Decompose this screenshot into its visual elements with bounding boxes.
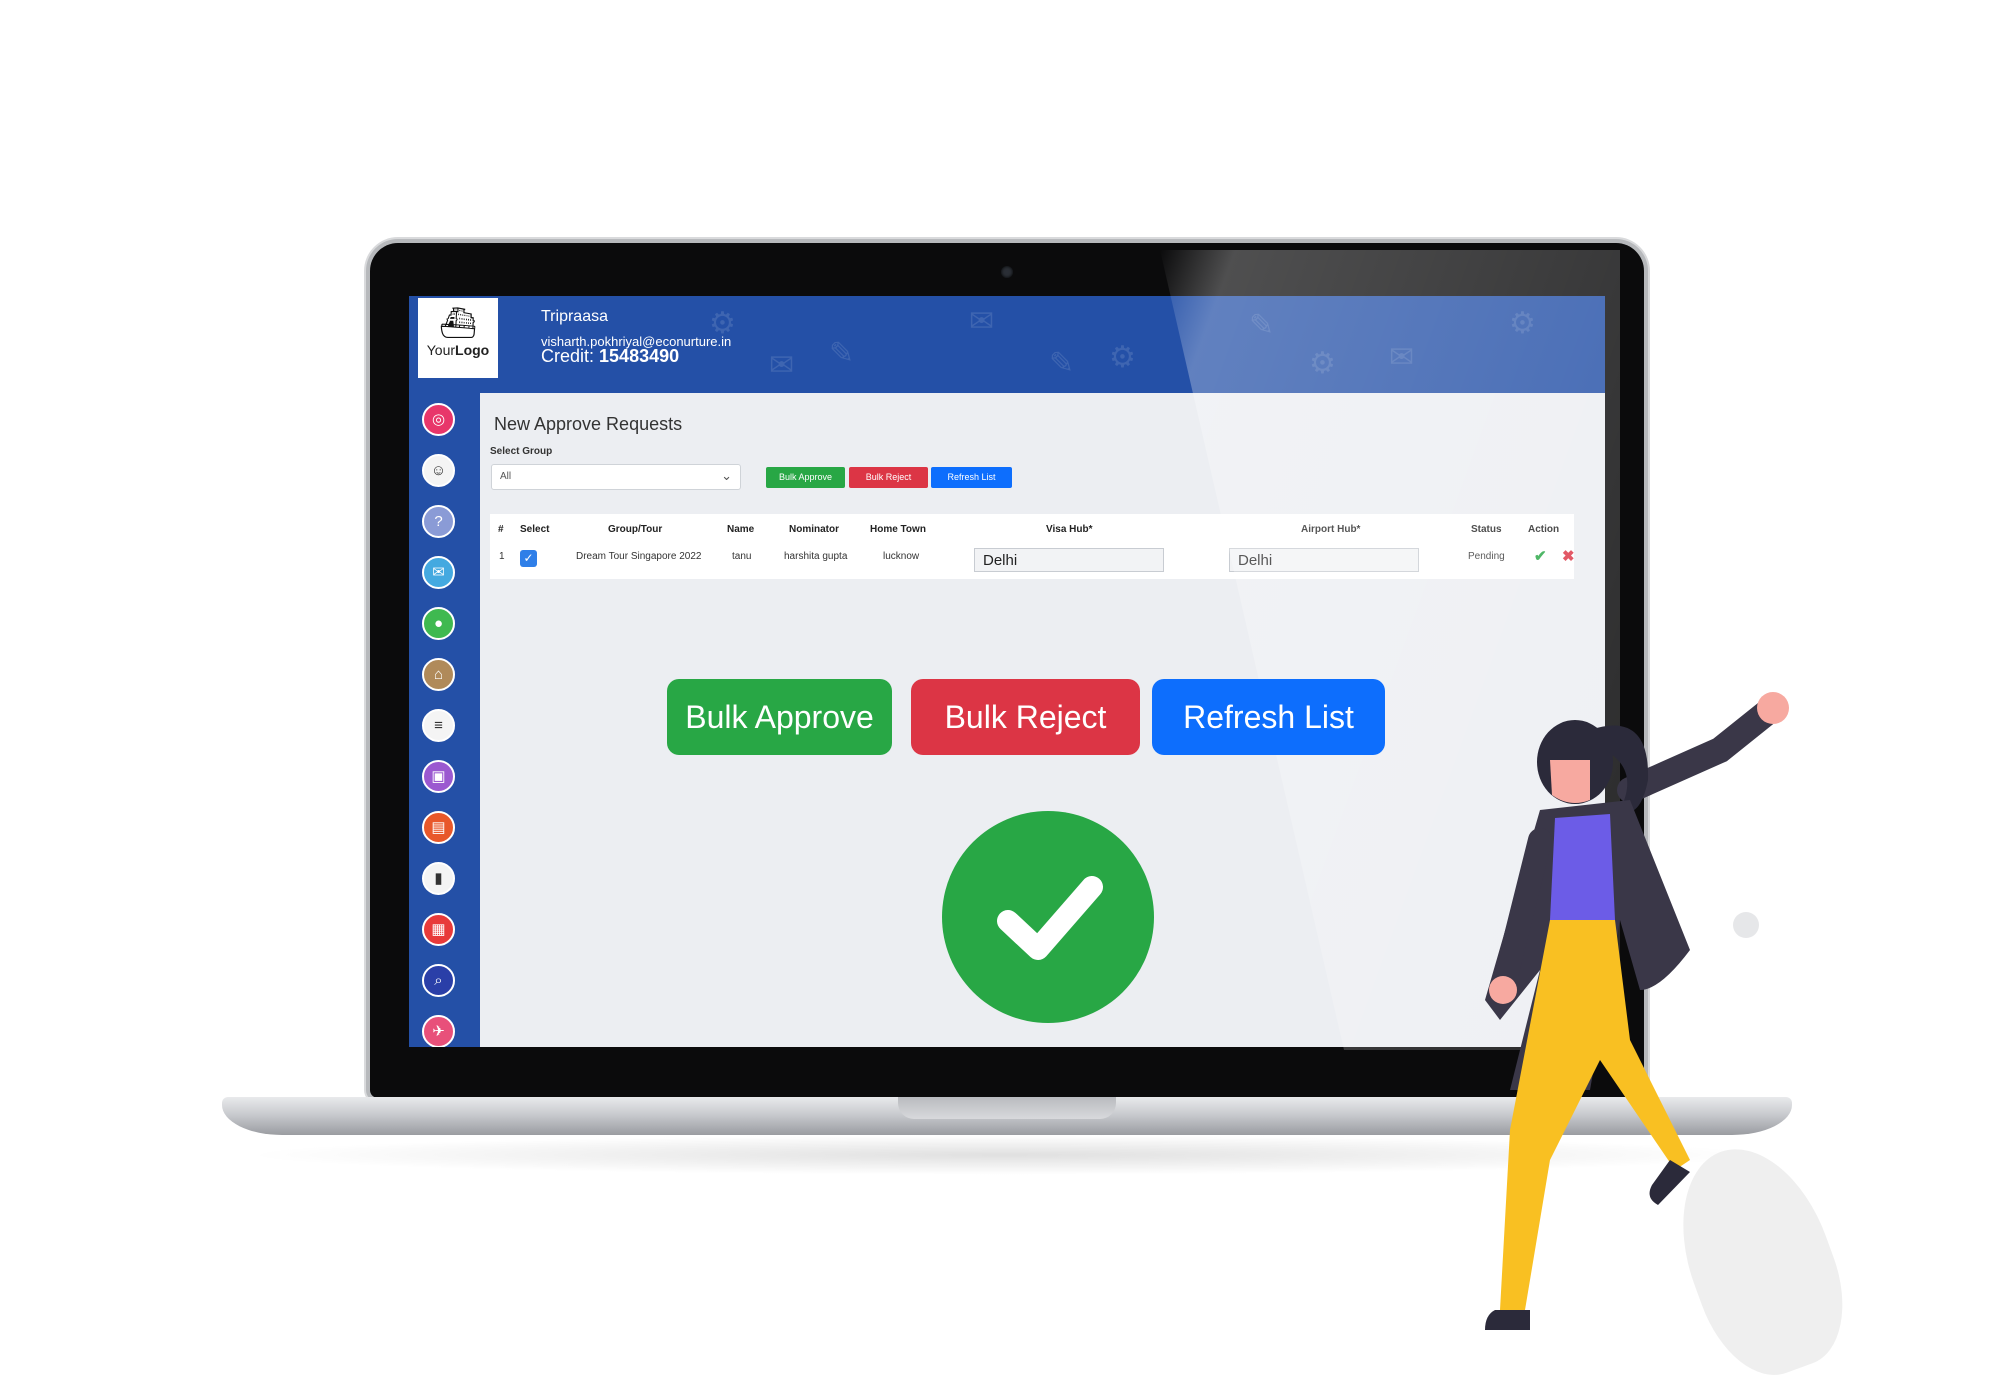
help-icon[interactable]: ? (422, 505, 455, 538)
gift-icon[interactable]: ▣ (422, 760, 455, 793)
calendar-icon[interactable]: ▦ (422, 913, 455, 946)
group-icon[interactable]: ● (422, 607, 455, 640)
callout-refresh-list-button[interactable]: Refresh List (1152, 679, 1385, 755)
ship-icon: ⛴ (438, 307, 478, 340)
column-header: Airport Hub* (1301, 524, 1361, 535)
app-header: ⚙ ✎ ✉ ⚙ ✎ ✉ ⚙ ✉ ✎ ⚙ ⛴ YourLogo Tripraasa vish… (409, 296, 1605, 393)
column-header: Select (520, 524, 550, 535)
row-name: tanu (732, 551, 752, 562)
row-group-tour: Dream Tour Singapore 2022 (576, 551, 702, 562)
refresh-list-button[interactable]: Refresh List (931, 467, 1012, 488)
laptop-notch (898, 1097, 1116, 1119)
select-group-label: Select Group (490, 446, 553, 457)
briefcase-icon[interactable]: ▤ (422, 811, 455, 844)
column-header: Status (1471, 524, 1502, 535)
chat-icon[interactable]: ✉ (422, 556, 455, 589)
column-header: Visa Hub* (1046, 524, 1093, 535)
bulk-approve-button[interactable]: Bulk Approve (766, 467, 845, 488)
page-title: New Approve Requests (494, 414, 683, 434)
chevron-down-icon: ⌄ (721, 468, 732, 483)
user-name: Tripraasa (541, 308, 608, 325)
mobile-icon[interactable]: ▮ (422, 862, 455, 895)
woman-illustration (1485, 692, 1789, 1330)
column-header: Group/Tour (608, 524, 663, 535)
hotel-icon[interactable]: ⌂ (422, 658, 455, 691)
search-icon[interactable]: ⌕ (422, 964, 455, 997)
column-header: Nominator (789, 524, 839, 535)
logo-text: YourLogo (426, 342, 490, 358)
callout-bulk-approve-button[interactable]: Bulk Approve (667, 679, 892, 755)
success-check-icon (942, 811, 1154, 1023)
dashboard-icon[interactable]: ◎ (422, 403, 455, 436)
visa-hub-input[interactable]: Delhi (974, 548, 1164, 572)
plane-icon[interactable]: ✈ (422, 1015, 455, 1047)
select-group-value: All (500, 471, 512, 482)
row-home-town: lucknow (883, 551, 920, 562)
sidebar: ◎ ☺ ? ✉ ● ⌂ ≡ ▣ ▤ ▮ ▦ ⌕ ✈ (409, 393, 480, 1047)
column-header: # (498, 524, 504, 535)
reject-x-icon[interactable]: ✖ (1562, 547, 1575, 565)
app-logo[interactable]: ⛴ YourLogo (418, 298, 498, 378)
approve-check-icon[interactable]: ✔ (1534, 547, 1547, 565)
airport-hub-input[interactable]: Delhi (1229, 548, 1419, 572)
row-select-checkbox[interactable]: ✓ (520, 550, 537, 567)
row-nominator: harshita gupta (784, 551, 848, 562)
column-header: Action (1528, 524, 1560, 535)
webcam (1001, 266, 1013, 278)
row-status: Pending (1468, 551, 1505, 562)
row-index: 1 (499, 551, 505, 562)
user-credit: Credit: 15483490 (541, 346, 680, 366)
select-group-dropdown[interactable]: All ⌄ (491, 464, 741, 490)
requests-table: # Select Group/Tour Name Nominator Home … (490, 514, 1575, 579)
column-header: Name (727, 524, 755, 535)
callout-bulk-reject-button[interactable]: Bulk Reject (911, 679, 1140, 755)
bulk-reject-button[interactable]: Bulk Reject (849, 467, 928, 488)
user-icon[interactable]: ☺ (422, 454, 455, 487)
document-icon[interactable]: ≡ (422, 709, 455, 742)
column-header: Home Town (870, 524, 926, 535)
